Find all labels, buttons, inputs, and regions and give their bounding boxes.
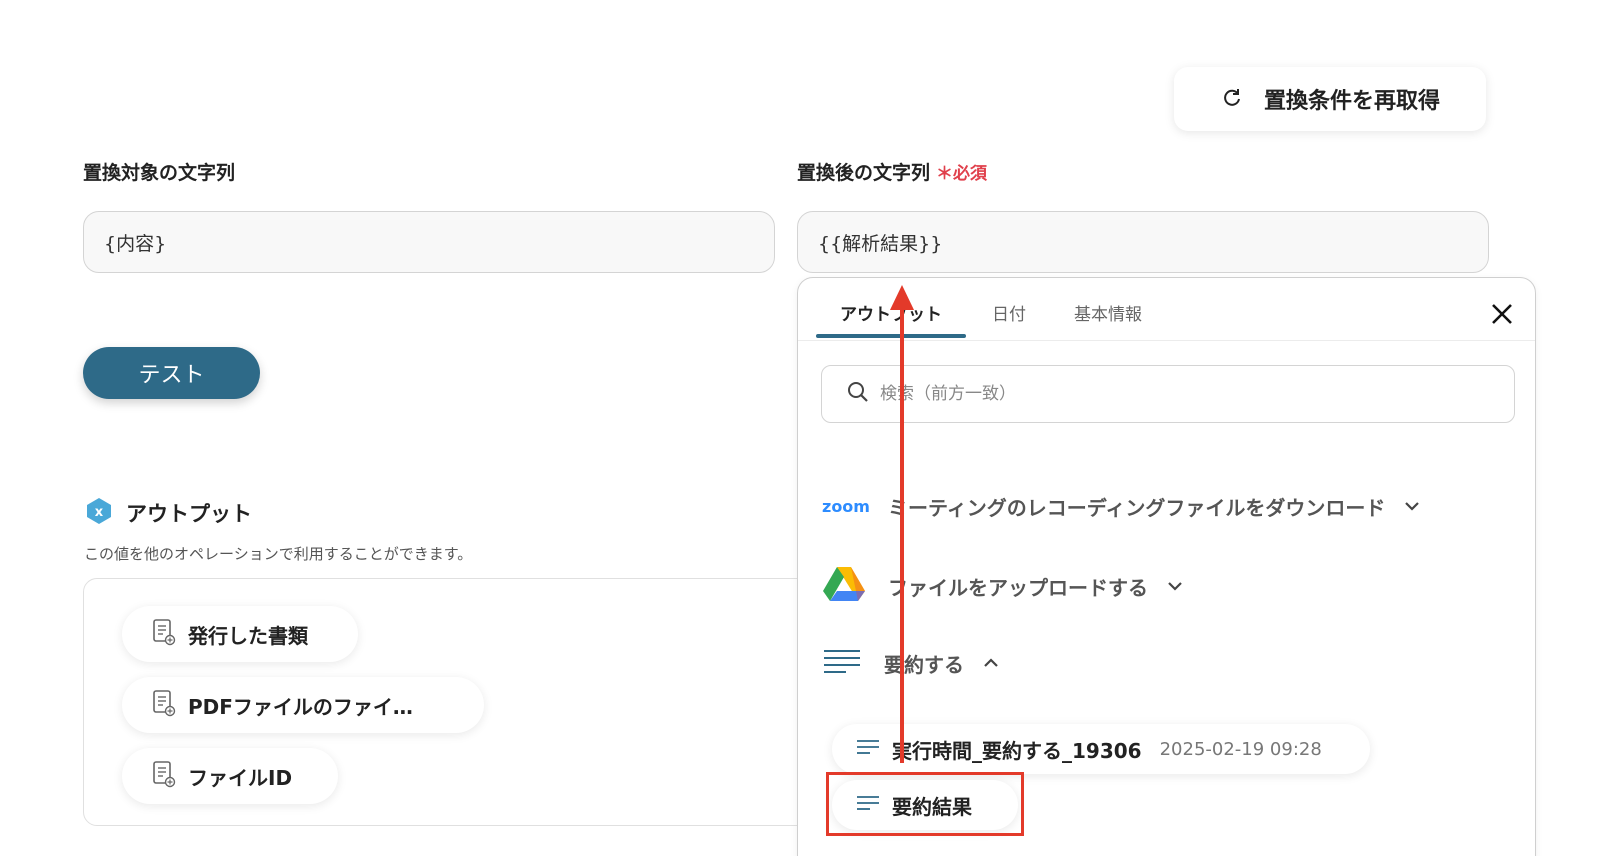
required-badge: ＊必須 <box>936 164 988 184</box>
test-button[interactable]: テスト <box>83 347 260 399</box>
refresh-conditions-button[interactable]: 置換条件を再取得 <box>1174 67 1486 131</box>
search-field[interactable] <box>821 365 1515 423</box>
refresh-conditions-label: 置換条件を再取得 <box>1263 89 1440 114</box>
variable-item[interactable]: 実行時間_要約する_19306 2025-02-19 09:28 <box>832 724 1370 774</box>
document-icon <box>152 618 176 651</box>
variable-picker-panel: アウトプット 日付 基本情報 zoom ミーティングのレコーディングファイルをダ… <box>797 277 1536 856</box>
replacement-string-field[interactable]: {{解析結果}} <box>797 211 1489 273</box>
app-root: 置換条件を再取得 置換対象の文字列 置換後の文字列 ＊必須 {内容} {{解析結果… <box>0 0 1600 856</box>
group-label: ファイルをアップロードする <box>888 575 1148 600</box>
search-icon <box>846 380 870 408</box>
refresh-icon <box>1220 85 1244 113</box>
group-zoom-download[interactable]: zoom ミーティングのレコーディングファイルをダウンロード <box>822 492 1421 521</box>
tab-divider <box>798 340 1535 341</box>
chevron-up-icon <box>982 654 1000 673</box>
variable-item-label: 実行時間_要約する_19306 <box>892 738 1142 763</box>
output-item-label: ファイルID <box>188 765 293 790</box>
output-item[interactable]: 発行した書類 <box>122 606 358 662</box>
variable-item-label: 要約結果 <box>892 794 972 819</box>
target-string-label: 置換対象の文字列 <box>83 162 236 184</box>
tab-output[interactable]: アウトプット <box>840 300 942 325</box>
test-button-label: テスト <box>138 363 205 388</box>
output-item[interactable]: PDFファイルのファイ… <box>122 677 484 733</box>
group-label: 要約する <box>884 652 964 677</box>
output-description: この値を他のオペレーションで利用することができます。 <box>84 545 473 563</box>
tab-basic-info[interactable]: 基本情報 <box>1074 300 1142 325</box>
target-string-field[interactable]: {内容} <box>83 211 775 273</box>
svg-text:x: x <box>95 505 104 520</box>
lines-icon <box>822 648 862 678</box>
close-icon[interactable] <box>1488 300 1516 328</box>
group-summarize[interactable]: 要約する <box>822 648 1000 678</box>
google-drive-icon <box>822 565 866 607</box>
tab-date[interactable]: 日付 <box>992 300 1026 325</box>
document-icon <box>152 760 176 793</box>
zoom-logo: zoom <box>822 497 870 516</box>
lines-icon <box>856 739 880 759</box>
group-drive-upload[interactable]: ファイルをアップロードする <box>822 565 1184 607</box>
chevron-down-icon <box>1166 577 1184 596</box>
replacement-string-label: 置換後の文字列 <box>797 162 931 184</box>
output-item-label: PDFファイルのファイ… <box>188 694 413 719</box>
output-title: アウトプット <box>126 502 252 526</box>
active-tab-indicator <box>816 334 966 338</box>
variable-item-timestamp: 2025-02-19 09:28 <box>1159 738 1322 760</box>
output-item-label: 発行した書類 <box>188 623 308 648</box>
document-icon <box>152 689 176 722</box>
output-list: 発行した書類 PDFファイルのファイ… ファイルID <box>83 578 813 826</box>
chevron-down-icon <box>1403 497 1421 516</box>
output-item[interactable]: ファイルID <box>122 748 338 804</box>
output-header: x アウトプット <box>84 496 252 530</box>
search-input[interactable] <box>878 383 1442 405</box>
replacement-string-value: {{解析結果}} <box>818 232 943 255</box>
lines-icon <box>856 795 880 815</box>
variable-item[interactable]: 要約結果 <box>832 780 1018 830</box>
output-badge-icon: x <box>84 496 114 530</box>
replacement-string-label-wrap: 置換後の文字列 ＊必須 <box>797 158 987 185</box>
target-string-value: {内容} <box>104 232 167 255</box>
group-label: ミーティングのレコーディングファイルをダウンロード <box>888 496 1386 520</box>
